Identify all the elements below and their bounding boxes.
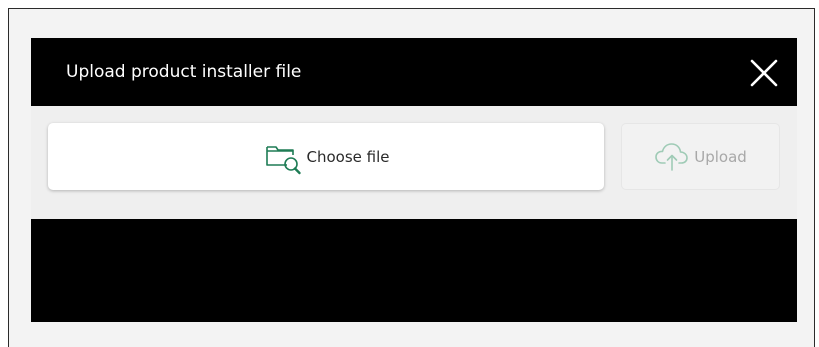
upload-dialog: Upload product installer file Choose fil… <box>31 38 797 322</box>
folder-search-icon <box>263 138 305 176</box>
upload-button[interactable]: Upload <box>621 123 780 190</box>
choose-file-label: Choose file <box>306 147 390 166</box>
close-icon <box>750 59 778 87</box>
upload-label: Upload <box>694 147 747 166</box>
cloud-upload-icon <box>654 142 690 172</box>
choose-file-button[interactable]: Choose file <box>48 123 604 190</box>
close-button[interactable] <box>749 58 779 88</box>
dialog-title: Upload product installer file <box>66 62 302 82</box>
dialog-footer <box>31 219 797 322</box>
dialog-header: Upload product installer file <box>31 38 797 106</box>
dialog-body: Choose file Upload <box>31 106 797 219</box>
